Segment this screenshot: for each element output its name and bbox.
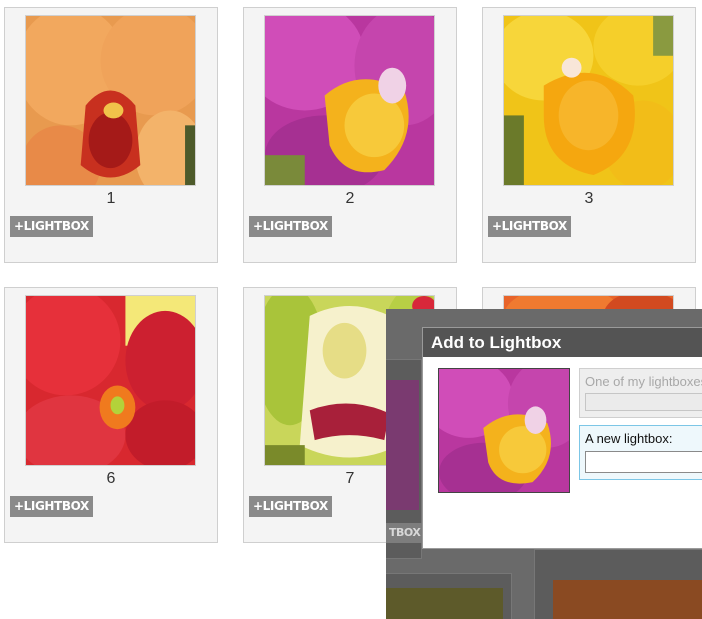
- orchid-image-3[interactable]: [503, 15, 674, 186]
- existing-lightbox-select[interactable]: [585, 393, 702, 411]
- add-to-lightbox-button[interactable]: +LIGHTBOX: [10, 216, 93, 237]
- dialog-title: Add to Lightbox: [423, 328, 702, 357]
- selected-orchid-image: [438, 368, 570, 493]
- gallery-card-1: 1 +LIGHTBOX: [4, 7, 218, 263]
- add-to-lightbox-button[interactable]: +LIGHTBOX: [249, 496, 332, 517]
- add-to-lightbox-button[interactable]: +LIGHTBOX: [488, 216, 571, 237]
- add-to-lightbox-dialog: Add to Lightbox One of my lightboxes: A …: [422, 327, 702, 549]
- new-lightbox-label: A new lightbox:: [585, 431, 673, 446]
- gallery-card-2: 2 +LIGHTBOX: [243, 7, 457, 263]
- dimmed-lightbox-button: TBOX: [386, 523, 424, 543]
- dimmed-card: [534, 549, 702, 619]
- item-number: 6: [106, 470, 116, 487]
- dimmed-card: [386, 573, 512, 619]
- new-lightbox-name-input[interactable]: [585, 451, 702, 473]
- gallery-card-6: 6 +LIGHTBOX: [4, 287, 218, 543]
- item-number: 1: [106, 190, 116, 207]
- page: 1 +LIGHTBOX 2 +LIGHTBOX 3 +LIGHTBOX 6 +L…: [0, 0, 702, 619]
- orchid-image-1[interactable]: [25, 15, 196, 186]
- gallery-card-3: 3 +LIGHTBOX: [482, 7, 696, 263]
- orchid-image-6[interactable]: [25, 295, 196, 466]
- existing-lightbox-option[interactable]: One of my lightboxes:: [579, 368, 702, 418]
- orchid-image-2[interactable]: [264, 15, 435, 186]
- item-number: 3: [584, 190, 594, 207]
- add-to-lightbox-button[interactable]: +LIGHTBOX: [10, 496, 93, 517]
- item-number: 2: [345, 190, 355, 207]
- existing-lightbox-label: One of my lightboxes:: [585, 374, 702, 389]
- add-to-lightbox-button[interactable]: +LIGHTBOX: [249, 216, 332, 237]
- new-lightbox-option[interactable]: A new lightbox:: [579, 425, 702, 480]
